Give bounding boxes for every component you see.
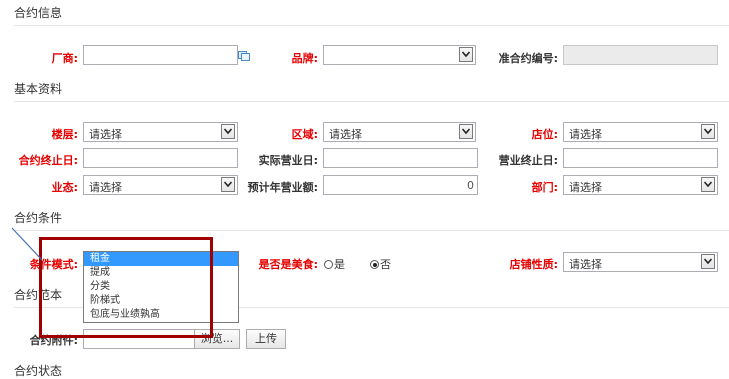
shop-position-select[interactable]: 请选择 xyxy=(563,122,718,142)
is-food-label: 是否是美食: xyxy=(258,258,318,271)
upload-button[interactable]: 上传 xyxy=(246,329,286,349)
chevron-down-icon xyxy=(701,254,715,269)
department-label: 部门: xyxy=(531,181,558,194)
format-select[interactable]: 请选择 xyxy=(83,175,238,195)
forecast-revenue-label: 预计年营业额: xyxy=(247,181,318,194)
open-date-label: 实际营业日: xyxy=(258,154,318,167)
shop-position-select-value: 请选择 xyxy=(569,128,602,141)
floor-select-value: 请选择 xyxy=(89,128,122,141)
is-food-no-radio[interactable] xyxy=(370,260,379,269)
section-title-basic-info: 基本资料 xyxy=(14,82,63,96)
condition-mode-option[interactable]: 阶梯式 xyxy=(84,294,238,308)
close-date-label: 营业终止日: xyxy=(498,154,558,167)
attachment-label: 合约附件: xyxy=(29,334,78,347)
forecast-revenue-input[interactable]: 0 xyxy=(323,175,478,195)
vendor-label: 厂商: xyxy=(51,52,78,65)
shop-nature-label: 店铺性质: xyxy=(509,258,558,271)
condition-mode-option[interactable]: 包底与业绩孰高 xyxy=(84,308,238,322)
chevron-down-icon xyxy=(459,47,473,62)
brand-select[interactable] xyxy=(323,45,476,65)
forecast-revenue-value: 0 xyxy=(467,179,474,192)
chevron-down-icon xyxy=(701,177,715,192)
chevron-down-icon xyxy=(221,124,235,139)
shop-nature-select-value: 请选择 xyxy=(569,258,602,271)
area-select-value: 请选择 xyxy=(329,128,362,141)
lookup-icon[interactable] xyxy=(238,50,250,64)
section-divider xyxy=(14,230,729,231)
section-divider xyxy=(14,101,729,102)
shop-nature-select[interactable]: 请选择 xyxy=(563,252,718,272)
open-date-input[interactable] xyxy=(323,148,478,168)
condition-mode-option[interactable]: 分类 xyxy=(84,280,238,294)
section-title-contract-info: 合约信息 xyxy=(14,6,63,20)
condition-mode-option[interactable]: 提成 xyxy=(84,266,238,280)
area-select[interactable]: 请选择 xyxy=(323,122,476,142)
chevron-down-icon xyxy=(701,124,715,139)
brand-label: 品牌: xyxy=(291,52,318,65)
format-label: 业态: xyxy=(51,181,78,194)
vendor-input[interactable] xyxy=(83,45,238,65)
chevron-down-icon xyxy=(221,177,235,192)
floor-label: 楼层: xyxy=(51,128,78,141)
contract-end-date-label: 合约终止日: xyxy=(18,154,78,167)
condition-mode-listbox[interactable]: 租金 提成 分类 阶梯式 包底与业绩孰高 xyxy=(83,251,239,323)
section-title-contract-status: 合约状态 xyxy=(14,364,63,378)
close-date-input[interactable] xyxy=(563,148,718,168)
department-select[interactable]: 请选择 xyxy=(563,175,718,195)
attachment-file-input[interactable] xyxy=(83,329,195,349)
chevron-down-icon xyxy=(459,124,473,139)
section-divider xyxy=(14,25,729,26)
pre-contract-label: 准合约编号: xyxy=(498,52,558,65)
condition-mode-option[interactable]: 租金 xyxy=(84,252,238,266)
is-food-no-label: 否 xyxy=(380,258,391,271)
annotation-arrow xyxy=(11,227,43,261)
department-select-value: 请选择 xyxy=(569,181,602,194)
is-food-yes-label: 是 xyxy=(334,258,345,271)
browse-button[interactable]: 浏览... xyxy=(194,329,240,349)
shop-position-label: 店位: xyxy=(531,128,558,141)
section-title-contract-template: 合约范本 xyxy=(14,288,63,302)
section-title-contract-terms: 合约条件 xyxy=(14,211,63,225)
floor-select[interactable]: 请选择 xyxy=(83,122,238,142)
pre-contract-input xyxy=(563,45,718,65)
format-select-value: 请选择 xyxy=(89,181,122,194)
area-label: 区域: xyxy=(291,128,318,141)
is-food-yes-radio[interactable] xyxy=(324,260,333,269)
contract-end-date-input[interactable] xyxy=(83,148,238,168)
